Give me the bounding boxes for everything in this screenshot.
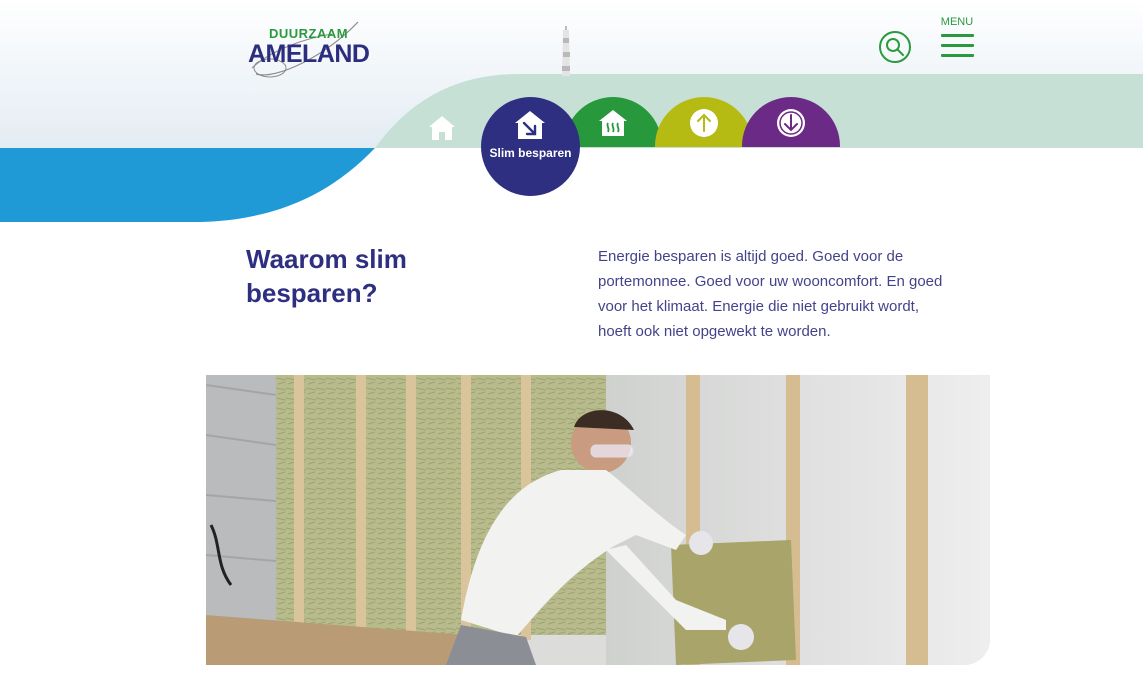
hero-image-insulation-worker <box>206 375 990 665</box>
arrow-up-circle-icon <box>690 109 718 137</box>
nav-tab-slim-besparen[interactable]: Slim besparen <box>481 97 580 196</box>
house-arrow-down-right-icon <box>515 111 545 139</box>
menu-label: MENU <box>940 16 974 28</box>
lighthouse-icon <box>562 26 570 76</box>
logo-text-top: DUURZAAM <box>269 26 349 41</box>
arrow-down-circle-icon <box>777 109 805 137</box>
intro-paragraph: Energie besparen is altijd goed. Goed vo… <box>598 248 943 340</box>
menu-button[interactable]: MENU <box>940 16 976 62</box>
house-heating-icon <box>599 110 627 136</box>
nav-tab-label: Slim besparen <box>489 146 572 160</box>
search-icon <box>886 38 904 56</box>
logo-text-main: AMELAND <box>248 40 370 68</box>
nav-home-house-icon[interactable] <box>428 114 456 142</box>
page-title: Waarom slim besparen? <box>246 244 407 308</box>
search-button[interactable] <box>879 31 911 63</box>
site-logo[interactable]: DUURZAAM AMELAND <box>246 16 376 82</box>
